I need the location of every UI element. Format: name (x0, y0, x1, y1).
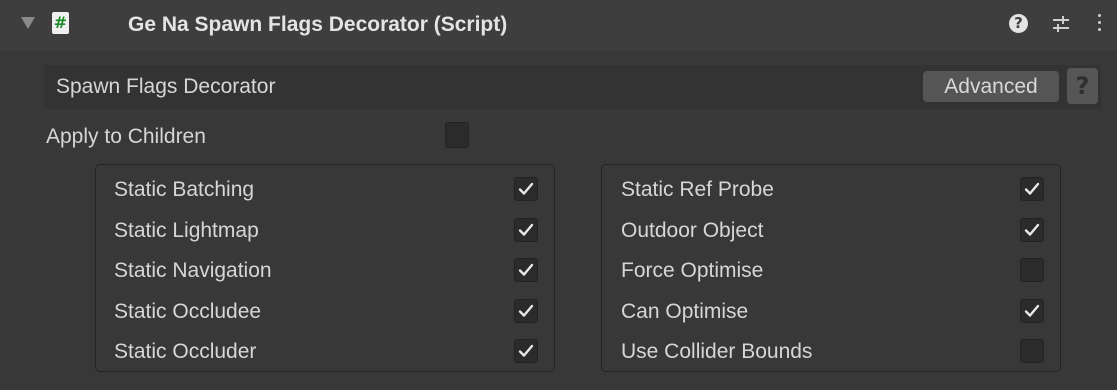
flag-label: Static Batching (114, 178, 255, 201)
foldout-arrow-icon[interactable] (21, 17, 35, 29)
checkmark-icon (1024, 223, 1040, 236)
apply-to-children-checkbox[interactable] (445, 122, 469, 148)
flag-label: Static Occludee (114, 299, 262, 323)
checkmark-icon (1024, 182, 1040, 195)
flag-row-force-optimise: Force Optimise (602, 250, 1060, 290)
advanced-button[interactable]: Advanced (923, 71, 1059, 102)
flag-label: Can Optimise (621, 299, 749, 323)
checkmark-icon (518, 223, 534, 236)
help-icon[interactable]: ? (1009, 14, 1028, 33)
kebab-menu-icon[interactable] (1096, 14, 1102, 34)
apply-to-children-label: Apply to Children (46, 125, 206, 148)
flag-label: Static Navigation (114, 259, 272, 282)
flag-row-static-occludee: Static Occludee (96, 291, 554, 331)
flag-label: Static Occluder (114, 340, 257, 363)
flag-row-static-occluder: Static Occluder (96, 331, 554, 371)
checkmark-icon (518, 344, 534, 357)
flag-row-static-lightmap: Static Lightmap (96, 210, 554, 250)
section-title: Spawn Flags Decorator (56, 75, 276, 98)
flag-label: Outdoor Object (621, 218, 764, 242)
flag-row-outdoor-object: Outdoor Object (602, 210, 1060, 250)
can-optimise-checkbox[interactable] (1020, 298, 1044, 323)
flag-label: Static Ref Probe (621, 178, 774, 201)
flag-row-use-collider-bounds: Use Collider Bounds (602, 331, 1060, 371)
flag-label: Static Lightmap (114, 218, 259, 242)
force-optimise-checkbox[interactable] (1020, 258, 1044, 282)
checkmark-icon (518, 304, 534, 317)
outdoor-object-checkbox[interactable] (1020, 217, 1044, 242)
flag-row-static-ref-probe: Static Ref Probe (602, 169, 1060, 209)
flag-label: Force Optimise (621, 259, 764, 282)
checkmark-icon (1024, 304, 1040, 317)
checkmark-icon (518, 182, 534, 195)
static-occludee-checkbox[interactable] (514, 298, 538, 323)
left-flags-panel: Static Batching Static Lightmap Static Nav… (95, 164, 555, 372)
flag-label: Use Collider Bounds (621, 340, 813, 363)
use-collider-bounds-checkbox[interactable] (1020, 339, 1044, 363)
static-navigation-checkbox[interactable] (514, 258, 538, 282)
component-header[interactable]: # Ge Na Spawn Flags Decorator (Script) ? (0, 0, 1117, 50)
static-batching-checkbox[interactable] (514, 177, 538, 201)
static-lightmap-checkbox[interactable] (514, 217, 538, 242)
flag-row-can-optimise: Can Optimise (602, 291, 1060, 331)
section-header: Spawn Flags Decorator Advanced ? (44, 65, 1101, 109)
presets-icon[interactable] (1051, 14, 1071, 34)
static-ref-probe-checkbox[interactable] (1020, 177, 1044, 201)
component-title: Ge Na Spawn Flags Decorator (Script) (128, 13, 508, 36)
right-flags-panel: Static Ref Probe Outdoor Object Force Opti… (601, 164, 1061, 372)
script-hash-icon: # (52, 12, 69, 34)
static-occluder-checkbox[interactable] (514, 339, 538, 363)
flag-row-static-navigation: Static Navigation (96, 250, 554, 290)
section-help-button[interactable]: ? (1067, 68, 1098, 104)
checkmark-icon (518, 263, 534, 276)
flag-row-static-batching: Static Batching (96, 169, 554, 209)
